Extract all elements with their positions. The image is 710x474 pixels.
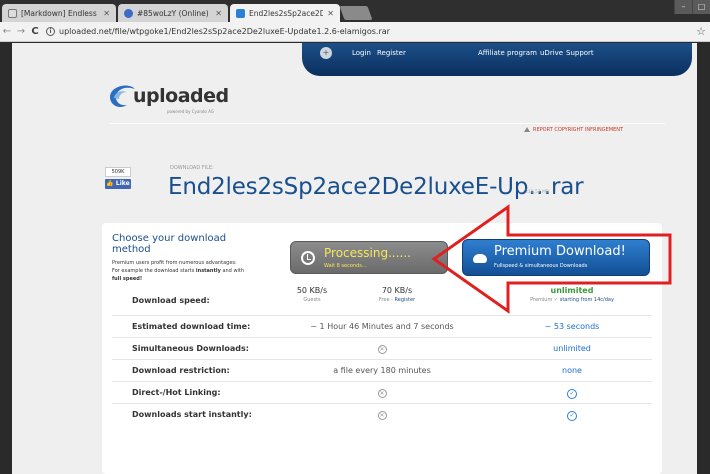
red-arrow-annotation-icon — [431, 204, 672, 314]
processing-subtitle: Wait 8 seconds... — [324, 263, 367, 269]
row-premium-value: ✓ — [492, 388, 652, 399]
speed-label: Download speed: — [132, 296, 210, 305]
bookmark-star-icon[interactable]: ☆ — [692, 25, 710, 38]
tab-bar: [Markdown] Endless Spa ✕ #85woLzY (Onlin… — [0, 0, 710, 22]
udrive-link[interactable]: uDrive — [540, 49, 563, 57]
check-icon: ✓ — [567, 411, 577, 421]
window-controls: – □ — [674, 0, 710, 14]
subtitle-line-4: full speed! — [112, 276, 143, 282]
free-sub-text: Free - — [378, 297, 395, 303]
tab-markdown[interactable]: [Markdown] Endless Spa ✕ — [2, 4, 116, 22]
row-label: Download restriction: — [132, 366, 230, 375]
free-download-button[interactable]: Processing...... Wait 8 seconds... — [290, 241, 448, 274]
new-tab-button[interactable] — [339, 6, 373, 20]
download-method-subtitle: Premium users profit from numerous advan… — [112, 259, 287, 283]
clock-icon — [301, 251, 315, 265]
free-speed-value: 70 KB/s — [381, 286, 413, 295]
subtitle-line-3: and with — [220, 268, 245, 274]
table-row: Downloads start instantly: ✕ ✓ — [112, 403, 652, 425]
maximize-button[interactable]: □ — [692, 0, 710, 14]
row-label: Direct-/Hot Linking: — [132, 388, 221, 397]
report-copyright-link[interactable]: REPORT COPYRIGHT INFRINGEMENT — [524, 127, 623, 133]
free-speed: 70 KB/s Free - Register — [352, 286, 442, 303]
guest-speed-value: 50 KB/s — [296, 286, 328, 295]
row-free-value: ✕ — [282, 344, 482, 354]
markdown-favicon-icon — [8, 8, 17, 18]
url-text: uploaded.net/file/wtpgoke1/End2les2sSp2a… — [59, 27, 390, 36]
row-premium-value: ~ 53 seconds — [544, 322, 600, 331]
subtitle-line-1: Premium users profit from numerous advan… — [112, 260, 237, 266]
uploaded-favicon-icon — [236, 8, 245, 18]
subtitle-line-2: For example the download starts — [112, 268, 196, 274]
support-link[interactable]: Support — [566, 49, 594, 57]
register-link[interactable]: Register — [395, 297, 416, 303]
forward-arrow-icon[interactable]: → — [14, 26, 28, 37]
table-row: Download restriction: a file every 180 m… — [112, 359, 652, 381]
warning-icon — [524, 127, 530, 132]
processing-title: Processing...... — [324, 246, 411, 260]
logo-wordmark: uploaded — [133, 85, 229, 107]
row-premium-value: none — [562, 366, 582, 375]
site-favicon-icon — [124, 8, 133, 18]
row-premium-value: ✓ — [492, 410, 652, 421]
address-bar: ← → C i uploaded.net/file/wtpgoke1/End2l… — [0, 22, 710, 42]
page-viewport: + Login Register Affiliate program uDriv… — [0, 43, 710, 474]
row-premium-value: unlimited — [553, 344, 591, 353]
download-file-label: DOWNLOAD FILE: — [170, 165, 214, 171]
report-text: REPORT COPYRIGHT INFRINGEMENT — [533, 127, 624, 133]
like-count: 509K — [105, 167, 131, 177]
guest-speed: 50 KB/s Guests — [277, 286, 347, 303]
table-row: Estimated download time: ~ 1 Hour 46 Min… — [112, 315, 652, 337]
like-button[interactable]: 👍 Like — [105, 179, 131, 189]
header-divider — [110, 123, 665, 124]
file-name: End2les2sSp2ace2De2luxeE-Up…rar — [168, 174, 584, 200]
thumbs-up-icon: 👍 — [106, 180, 114, 187]
facebook-like-widget[interactable]: 509K 👍 Like — [105, 167, 131, 189]
logo-subtitle: powered by Cyando AG — [167, 109, 214, 114]
row-label: Estimated download time: — [132, 322, 251, 331]
minimize-button[interactable]: – — [674, 0, 692, 14]
free-speed-sub: Free - Register — [352, 297, 442, 303]
file-size: 210,57 MB — [525, 190, 550, 195]
reload-icon[interactable]: C — [28, 26, 42, 37]
like-label: Like — [115, 180, 130, 187]
url-field[interactable]: i uploaded.net/file/wtpgoke1/End2les2sSp… — [46, 27, 692, 36]
top-navigation: + Login Register Affiliate program uDriv… — [302, 43, 692, 76]
row-free-value: ✕ — [282, 388, 482, 398]
tab-online[interactable]: #85woLzY (Online) - 8 · ✕ — [118, 4, 228, 22]
not-available-icon: ✕ — [377, 389, 387, 398]
row-label: Simultaneous Downloads: — [132, 344, 249, 353]
login-link[interactable]: Login — [352, 49, 371, 57]
tab-title: [Markdown] Endless Spa — [21, 8, 99, 18]
not-available-icon: ✕ — [377, 345, 387, 354]
register-link[interactable]: Register — [377, 49, 406, 57]
not-available-icon: ✕ — [377, 411, 387, 420]
table-row: Simultaneous Downloads: ✕ unlimited — [112, 337, 652, 359]
plus-icon[interactable]: + — [320, 47, 332, 59]
row-free-value: a file every 180 minutes — [333, 366, 431, 375]
row-label: Downloads start instantly: — [132, 410, 252, 419]
row-free-value: ~ 1 Hour 46 Minutes and 7 seconds — [310, 322, 454, 331]
close-icon[interactable]: ✕ — [327, 9, 334, 18]
tab-title: End2les2sSp2ace2De2lu — [249, 8, 324, 18]
close-icon[interactable]: ✕ — [103, 9, 110, 18]
back-arrow-icon[interactable]: ← — [0, 26, 14, 37]
table-row: Direct-/Hot Linking: ✕ ✓ — [112, 381, 652, 403]
close-icon[interactable]: ✕ — [215, 9, 222, 18]
download-method-title: Choose your download method — [112, 233, 227, 255]
subtitle-bold: instantly — [195, 268, 221, 274]
row-free-value: ✕ — [282, 410, 482, 420]
check-icon: ✓ — [567, 389, 577, 399]
tab-uploaded[interactable]: End2les2sSp2ace2De2lu ✕ — [230, 4, 340, 22]
affiliate-link[interactable]: Affiliate program — [478, 49, 537, 57]
guest-speed-sub: Guests — [303, 297, 321, 303]
info-icon[interactable]: i — [46, 27, 55, 36]
tab-title: #85woLzY (Online) - 8 · — [137, 8, 211, 18]
